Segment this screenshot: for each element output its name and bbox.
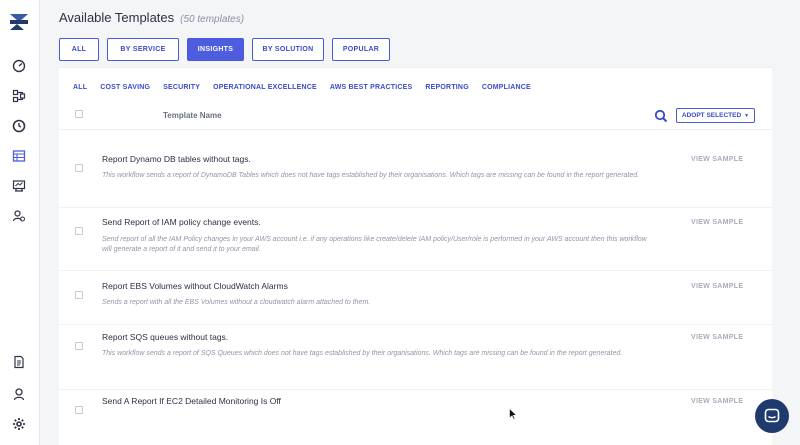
row-title: Report Dynamo DB tables without tags. [102, 154, 251, 164]
tab-all[interactable]: ALL [59, 38, 99, 61]
templates-panel: ALL COST SAVING SECURITY OPERATIONAL EXC… [59, 67, 772, 445]
table-row: Report EBS Volumes without CloudWatch Al… [59, 275, 772, 325]
column-template-name: Template Name [163, 111, 222, 120]
row-description: Send report of all the IAM Policy change… [102, 236, 647, 253]
row-checkbox[interactable] [75, 342, 83, 350]
view-sample-button[interactable]: VIEW SAMPLE [691, 283, 743, 290]
templates-icon[interactable] [8, 145, 30, 167]
tab-by-solution[interactable]: BY SOLUTION [252, 38, 324, 61]
mouse-cursor-icon [509, 408, 517, 420]
logo-icon[interactable] [7, 10, 31, 34]
tab-by-service[interactable]: BY SERVICE [107, 38, 179, 61]
row-title: Report EBS Volumes without CloudWatch Al… [102, 281, 288, 291]
dashboard-gauge-icon[interactable] [8, 55, 30, 77]
table-row: Send A Report If EC2 Detailed Monitoring… [59, 390, 772, 445]
sidebar [0, 0, 40, 445]
table-row: Report Dynamo DB tables without tags. VI… [59, 148, 772, 208]
tab-popular[interactable]: POPULAR [332, 38, 390, 61]
row-title: Send A Report If EC2 Detailed Monitoring… [102, 396, 281, 406]
page-title: Available Templates [59, 10, 175, 25]
template-count: (50 templates) [180, 14, 245, 25]
search-icon[interactable] [654, 109, 668, 123]
select-all-checkbox[interactable] [75, 110, 83, 118]
settings-gear-icon[interactable] [8, 413, 30, 435]
view-sample-button[interactable]: VIEW SAMPLE [691, 219, 743, 226]
users-icon[interactable] [8, 205, 30, 227]
filter-security[interactable]: SECURITY [163, 84, 200, 91]
filter-aws-best-practices[interactable]: AWS BEST PRACTICES [330, 84, 413, 91]
filter-cost-saving[interactable]: COST SAVING [100, 84, 150, 91]
adopt-selected-button[interactable]: ADOPT SELECTED ▼ [676, 108, 755, 123]
table-row: Report SQS queues without tags. VIEW SAM… [59, 326, 772, 390]
row-title: Report SQS queues without tags. [102, 332, 229, 342]
monitor-icon[interactable] [8, 175, 30, 197]
workflow-icon[interactable] [8, 85, 30, 107]
row-checkbox[interactable] [75, 406, 83, 414]
view-sample-button[interactable]: VIEW SAMPLE [691, 398, 743, 405]
row-checkbox[interactable] [75, 291, 83, 299]
view-sample-button[interactable]: VIEW SAMPLE [691, 156, 743, 163]
document-icon[interactable] [8, 351, 30, 373]
caret-down-icon: ▼ [744, 112, 750, 119]
table-header: Template Name ADOPT SELECTED ▼ [59, 104, 772, 130]
filter-all[interactable]: ALL [73, 84, 87, 91]
row-checkbox[interactable] [75, 164, 83, 172]
filter-reporting[interactable]: REPORTING [425, 84, 468, 91]
profile-icon[interactable] [8, 383, 30, 405]
category-tabs: ALL BY SERVICE INSIGHTS BY SOLUTION POPU… [59, 38, 390, 61]
filter-operational-excellence[interactable]: OPERATIONAL EXCELLENCE [213, 84, 317, 91]
row-description: This workflow sends a report of DynamoDB… [102, 172, 640, 179]
row-description: This workflow sends a report of SQS Queu… [102, 350, 623, 357]
filter-bar: ALL COST SAVING SECURITY OPERATIONAL EXC… [73, 84, 531, 91]
view-sample-button[interactable]: VIEW SAMPLE [691, 334, 743, 341]
row-title: Send Report of IAM policy change events. [102, 217, 261, 227]
row-checkbox[interactable] [75, 227, 83, 235]
chat-icon [764, 408, 780, 423]
tab-insights[interactable]: INSIGHTS [187, 38, 244, 61]
clock-icon[interactable] [8, 115, 30, 137]
page-header: Available Templates (50 templates) [59, 10, 244, 30]
app: Available Templates (50 templates) ALL B… [0, 0, 800, 445]
chat-support-button[interactable] [755, 399, 789, 433]
row-description: Sends a report with all the EBS Volumes … [102, 299, 371, 306]
adopt-selected-label: ADOPT SELECTED [681, 112, 742, 119]
filter-compliance[interactable]: COMPLIANCE [482, 84, 531, 91]
table-row: Send Report of IAM policy change events.… [59, 211, 772, 271]
